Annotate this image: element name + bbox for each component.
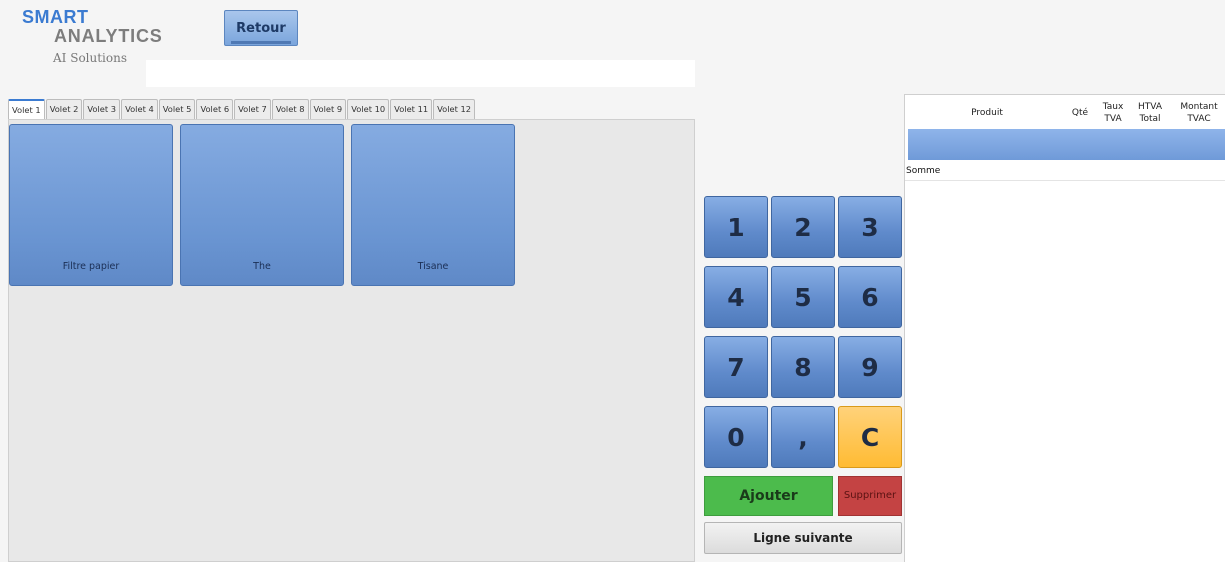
logo-smart: SMART: [22, 7, 89, 27]
tab-volet-9[interactable]: Volet 9: [309, 99, 347, 119]
column-header-qte: Qté: [1071, 108, 1089, 118]
order-table: Produit Qté Taux TVA HTVA Total Montant …: [904, 94, 1225, 562]
selected-order-row[interactable]: [908, 129, 1225, 160]
key-1[interactable]: 1: [704, 196, 768, 258]
logo-analytics: ANALYTICS: [54, 26, 163, 46]
tab-volet-11[interactable]: Volet 11: [390, 99, 433, 119]
column-header-taux-tva-line1: Taux: [1102, 102, 1124, 112]
tab-volet-6[interactable]: Volet 6: [196, 99, 234, 119]
column-header-htva-line2: Total: [1139, 114, 1161, 124]
tab-volet-10[interactable]: Volet 10: [347, 99, 390, 119]
tab-volet-5[interactable]: Volet 5: [158, 99, 196, 119]
product-label: Tisane: [417, 261, 449, 272]
back-button[interactable]: Retour: [224, 10, 298, 46]
key-7[interactable]: 7: [704, 336, 768, 398]
logo: SMART ANALYTICS AI Solutions: [22, 8, 163, 65]
next-line-button[interactable]: Ligne suivante: [704, 522, 902, 554]
tab-bar: Volet 1 Volet 2 Volet 3 Volet 4 Volet 5 …: [8, 99, 476, 121]
key-comma[interactable]: ,: [771, 406, 835, 468]
key-6[interactable]: 6: [838, 266, 902, 328]
tab-volet-8[interactable]: Volet 8: [271, 99, 309, 119]
sum-row: Somme: [905, 163, 1225, 181]
product-label: Filtre papier: [62, 261, 120, 272]
column-header-montant-line2: TVAC: [1187, 114, 1211, 124]
key-9[interactable]: 9: [838, 336, 902, 398]
tab-volet-12[interactable]: Volet 12: [433, 99, 476, 119]
product-button-filtre-papier[interactable]: Filtre papier: [9, 124, 173, 286]
product-button-the[interactable]: The: [180, 124, 344, 286]
key-0[interactable]: 0: [704, 406, 768, 468]
tab-volet-4[interactable]: Volet 4: [121, 99, 158, 119]
product-button-tisane[interactable]: Tisane: [351, 124, 515, 286]
delete-button[interactable]: Supprimer: [838, 476, 902, 516]
tab-volet-2[interactable]: Volet 2: [45, 99, 83, 119]
search-input[interactable]: [146, 60, 695, 87]
key-5[interactable]: 5: [771, 266, 835, 328]
column-header-taux-tva-line2: TVA: [1104, 114, 1122, 124]
tab-volet-7[interactable]: Volet 7: [234, 99, 271, 119]
key-8[interactable]: 8: [771, 336, 835, 398]
product-label: The: [253, 261, 271, 272]
key-4[interactable]: 4: [704, 266, 768, 328]
key-2[interactable]: 2: [771, 196, 835, 258]
add-button[interactable]: Ajouter: [704, 476, 833, 516]
column-header-produit: Produit: [971, 108, 1003, 118]
column-header-htva-line1: HTVA: [1137, 102, 1162, 112]
tab-volet-1[interactable]: Volet 1: [8, 99, 45, 121]
column-header-montant-line1: Montant: [1180, 102, 1218, 112]
sum-label: Somme: [906, 166, 941, 176]
key-clear[interactable]: C: [838, 406, 902, 468]
key-3[interactable]: 3: [838, 196, 902, 258]
tab-volet-3[interactable]: Volet 3: [83, 99, 121, 119]
